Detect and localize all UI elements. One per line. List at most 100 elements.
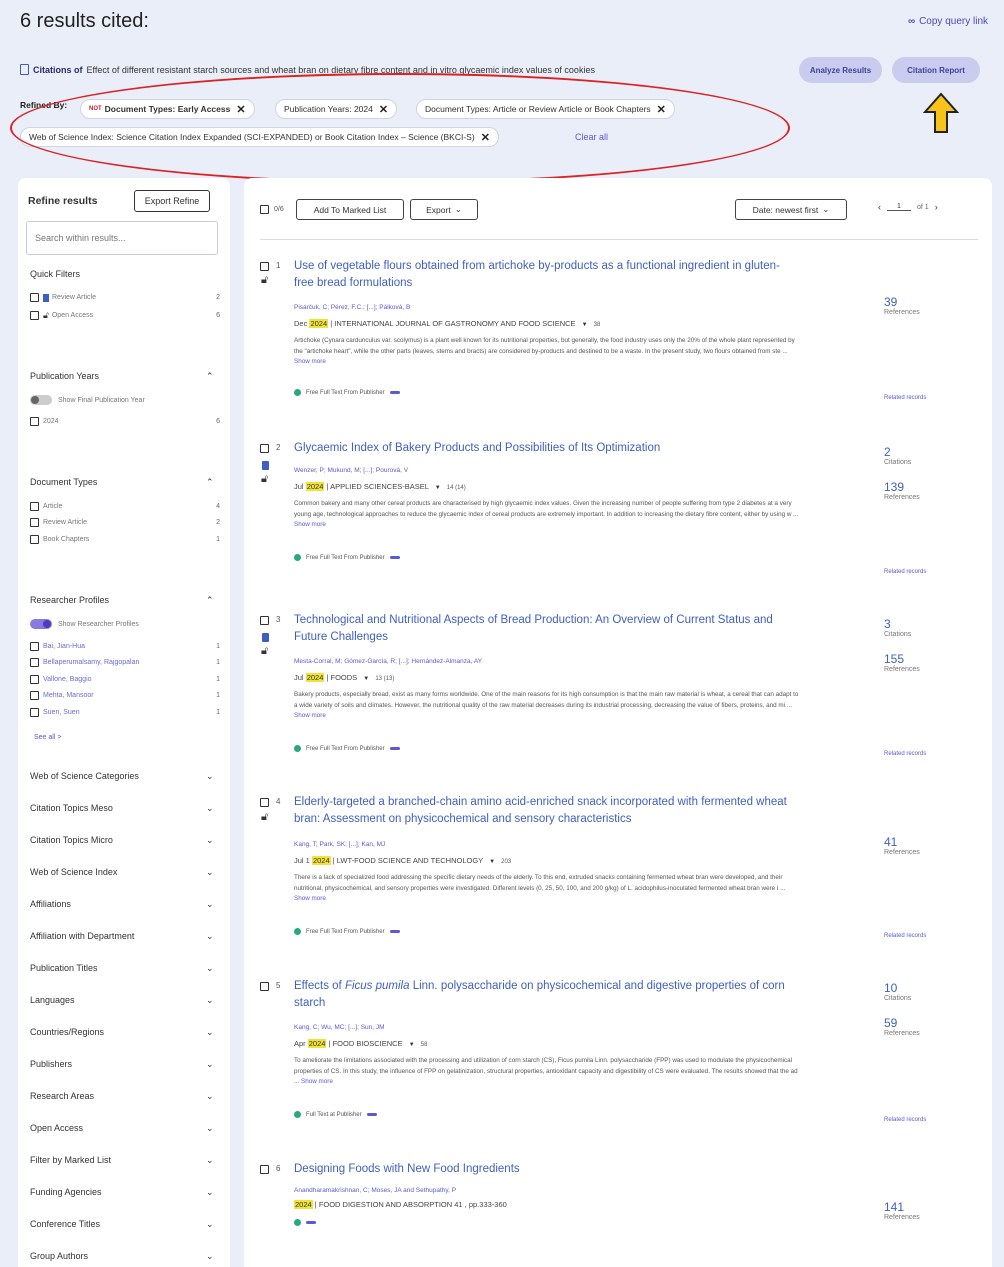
record-checkbox[interactable] [260,1165,269,1174]
filter-label[interactable]: Bellaperumalsamy, Rajgopalan [43,659,139,666]
section-research-areas[interactable]: Research Areas [30,1091,94,1101]
section-group-authors[interactable]: Group Authors [30,1251,88,1261]
section-affiliations[interactable]: Affiliations [30,899,71,909]
researcher-item[interactable]: Suen, Suen 1 [30,708,220,717]
chevron-down-icon[interactable]: ⌄ [206,995,214,1006]
add-to-marked-list-button[interactable]: Add To Marked List [296,199,404,220]
section-filter-marked-list[interactable]: Filter by Marked List [30,1155,111,1165]
analyze-results-button[interactable]: Analyze Results [799,57,882,83]
more-options-icon[interactable] [389,930,400,933]
record-journal[interactable]: | APPLIED SCIENCES-BASEL [326,482,428,491]
chevron-down-icon[interactable]: ⌄ [206,1251,214,1262]
record-journal[interactable]: | FOODS [326,673,357,682]
see-all-link[interactable]: See all > [34,734,61,741]
chevron-down-icon[interactable]: ⌄ [206,867,214,878]
chevron-down-icon[interactable]: ⌄ [206,899,214,910]
search-within-input[interactable]: Search within results... [26,221,218,255]
related-records-link[interactable]: Related records [884,751,926,757]
checkbox[interactable] [30,518,39,527]
checkbox[interactable] [30,311,39,320]
sort-select[interactable]: Date: newest first ⌄ [735,199,847,220]
chevron-up-icon[interactable]: ⌃ [206,371,214,382]
filter-label[interactable]: Mehta, Mansoor [43,692,94,699]
section-funding-agencies[interactable]: Funding Agencies [30,1187,102,1197]
references-metric[interactable]: 59 References [884,1017,920,1038]
record-authors[interactable]: Anandharamakrishnan, C; Moses, JA and Se… [294,1187,456,1194]
chevron-down-icon[interactable]: ⌄ [206,1219,214,1230]
checkbox[interactable] [30,535,39,544]
record-checkbox[interactable] [260,444,269,453]
pdf-icon[interactable] [262,633,269,642]
checkbox[interactable] [30,658,39,667]
more-options-icon[interactable] [389,747,400,750]
references-metric[interactable]: 155 References [884,653,920,674]
caret-down-icon[interactable]: ▼ [435,485,441,491]
researcher-item[interactable]: Bellaperumalsamy, Rajgopalan 1 [30,658,220,667]
record-journal[interactable]: | FOOD BIOSCIENCE [329,1039,403,1048]
full-text-link[interactable]: Free Full Text From Publisher [294,745,400,752]
pub-year-2024[interactable]: 2024 6 [30,417,220,426]
section-publication-titles[interactable]: Publication Titles [30,963,98,973]
record-journal[interactable]: | INTERNATIONAL JOURNAL OF GASTRONOMY AN… [330,319,575,328]
record-checkbox[interactable] [260,982,269,991]
checkbox[interactable] [30,691,39,700]
export-refine-button[interactable]: Export Refine [134,190,210,212]
references-metric[interactable]: 139 References [884,481,920,502]
show-more-link[interactable]: Show more [294,358,326,365]
section-countries-regions[interactable]: Countries/Regions [30,1027,104,1037]
record-title[interactable]: Technological and Nutritional Aspects of… [294,612,799,646]
references-metric[interactable]: 39 References [884,296,920,317]
section-wos-categories[interactable]: Web of Science Categories [30,771,139,781]
select-all-checkbox[interactable] [260,205,269,214]
show-more-link[interactable]: Show more [294,895,326,902]
checkbox[interactable] [30,675,39,684]
citations-metric[interactable]: 3 Citations [884,618,911,639]
toggle-switch[interactable] [30,395,52,405]
record-authors[interactable]: Mesta-Corral, M; Gómez-García, R; [...];… [294,658,482,665]
copy-query-link[interactable]: ∞ Copy query link [908,16,988,27]
chevron-down-icon[interactable]: ⌄ [206,771,214,782]
full-text-link[interactable]: Full Text at Publisher [294,1111,377,1118]
chevron-down-icon[interactable]: ⌄ [206,1123,214,1134]
quick-filter-open-access[interactable]: 🔓︎ Open Access 6 [30,310,220,321]
full-text-link[interactable]: Free Full Text From Publisher [294,928,400,935]
section-open-access[interactable]: Open Access [30,1123,83,1133]
show-more-link[interactable]: Show more [301,1078,333,1085]
filter-label[interactable]: Vallone, Baggio [43,676,92,683]
doc-type-article[interactable]: Article 4 [30,502,220,511]
record-title[interactable]: Effects of Ficus pumila Linn. polysaccha… [294,978,799,1012]
record-title[interactable]: Glycaemic Index of Bakery Products and P… [294,440,799,457]
filter-label[interactable]: Bai, Jian-Hua [43,643,85,650]
chevron-down-icon[interactable]: ⌄ [206,1187,214,1198]
full-text-link[interactable]: Free Full Text From Publisher [294,389,400,396]
show-researcher-profiles-toggle[interactable]: Show Researcher Profiles [30,619,220,629]
chevron-down-icon[interactable]: ⌄ [206,931,214,942]
chevron-down-icon[interactable]: ⌄ [206,803,214,814]
related-records-link[interactable]: Related records [884,395,926,401]
more-options-icon[interactable] [366,1113,377,1116]
export-button[interactable]: Export ⌄ [410,199,478,220]
section-citation-topics-micro[interactable]: Citation Topics Micro [30,835,113,845]
section-conference-titles[interactable]: Conference Titles [30,1219,100,1229]
researcher-item[interactable]: Vallone, Baggio 1 [30,675,220,684]
doc-type-review-article[interactable]: Review Article 2 [30,518,220,527]
chevron-down-icon[interactable]: ⌄ [206,1059,214,1070]
checkbox[interactable] [30,502,39,511]
record-journal[interactable]: | FOOD DIGESTION AND ABSORPTION 41 , pp.… [315,1200,507,1209]
caret-down-icon[interactable]: ▼ [363,676,369,682]
chevron-down-icon[interactable]: ⌄ [206,835,214,846]
filter-label[interactable]: Suen, Suen [43,709,80,716]
record-title[interactable]: Designing Foods with New Food Ingredient… [294,1161,799,1178]
record-title[interactable]: Use of vegetable flours obtained from ar… [294,258,799,292]
section-languages[interactable]: Languages [30,995,75,1005]
caret-down-icon[interactable]: ▼ [409,1042,415,1048]
related-records-link[interactable]: Related records [884,569,926,575]
record-authors[interactable]: Kang, T; Park, SK; [...]; Kan, MJ [294,841,385,848]
related-records-link[interactable]: Related records [884,933,926,939]
researcher-item[interactable]: Mehta, Mansoor 1 [30,691,220,700]
page-input[interactable]: 1 [887,203,911,211]
show-more-link[interactable]: Show more [294,521,326,528]
chevron-down-icon[interactable]: ⌄ [206,1091,214,1102]
chevron-left-icon[interactable]: ‹ [878,202,881,212]
citation-report-button[interactable]: Citation Report [892,57,980,83]
